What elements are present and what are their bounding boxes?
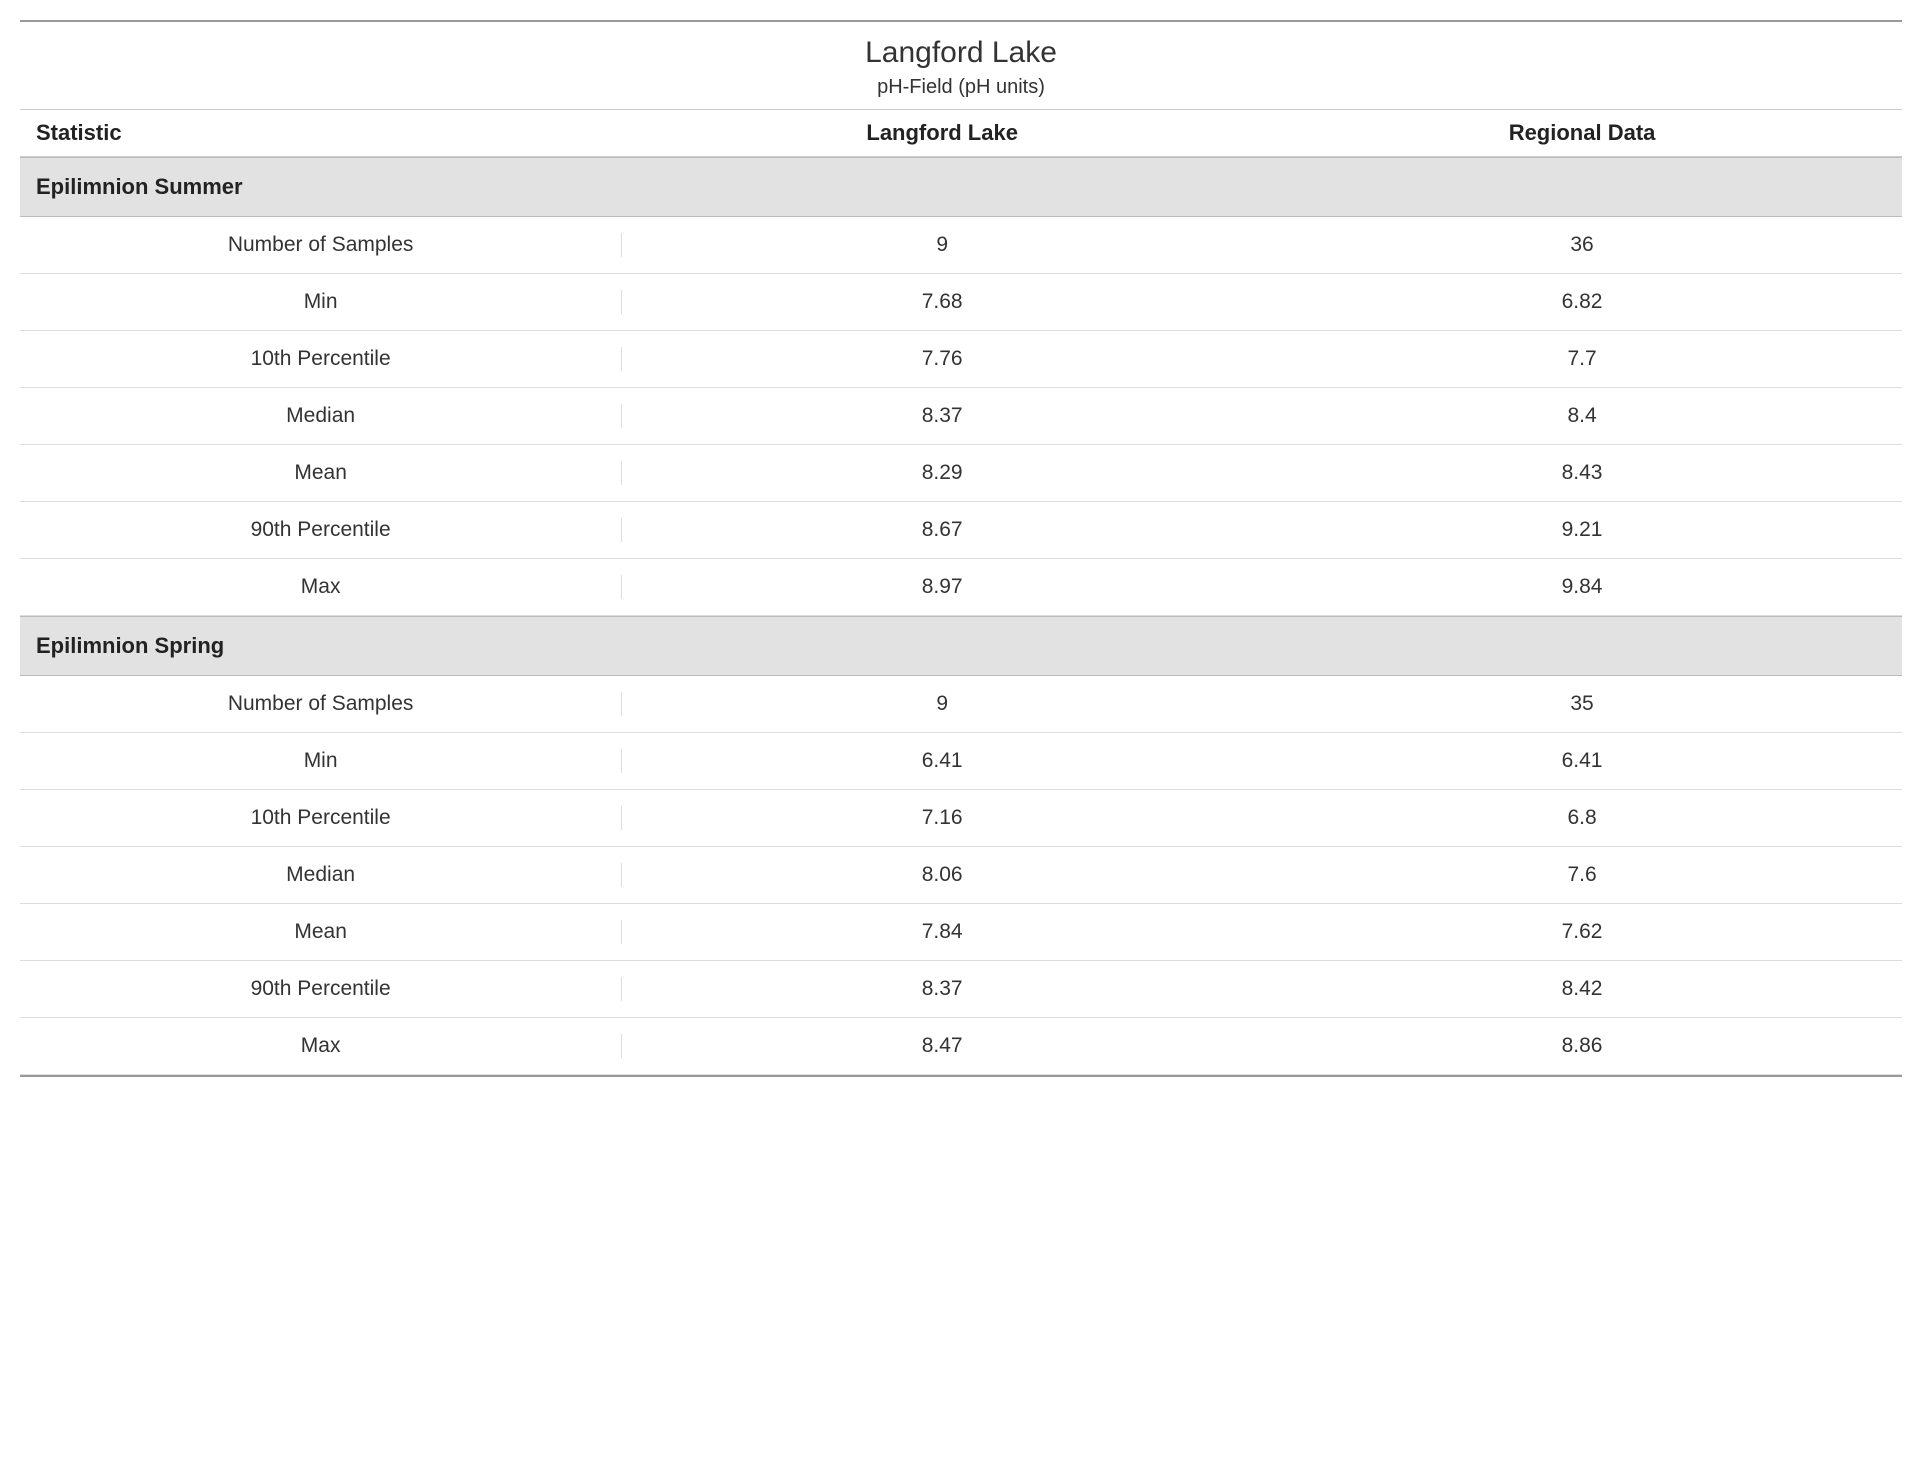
stat-label: Mean <box>20 461 622 485</box>
group-header: Epilimnion Summer <box>20 157 1902 217</box>
table-row: Number of Samples 9 35 <box>20 676 1902 733</box>
table-subtitle: pH-Field (pH units) <box>20 76 1902 99</box>
table-row: 90th Percentile 8.37 8.42 <box>20 961 1902 1018</box>
stat-value-regional: 6.8 <box>1262 806 1902 830</box>
column-header-statistic: Statistic <box>20 120 622 146</box>
stat-value-lake: 6.41 <box>622 749 1262 773</box>
stat-label: 90th Percentile <box>20 977 622 1001</box>
table-row: Mean 8.29 8.43 <box>20 445 1902 502</box>
stat-value-regional: 9.84 <box>1262 575 1902 599</box>
stat-value-lake: 8.97 <box>622 575 1262 599</box>
stat-label: 10th Percentile <box>20 806 622 830</box>
table-row: Median 8.06 7.6 <box>20 847 1902 904</box>
stat-value-lake: 8.06 <box>622 863 1262 887</box>
stat-label: Min <box>20 749 622 773</box>
stat-label: 10th Percentile <box>20 347 622 371</box>
stat-value-regional: 36 <box>1262 233 1902 257</box>
stat-value-lake: 8.67 <box>622 518 1262 542</box>
stat-label: Median <box>20 404 622 428</box>
table-row: Number of Samples 9 36 <box>20 217 1902 274</box>
stat-value-lake: 7.76 <box>622 347 1262 371</box>
group-epilimnion-spring: Epilimnion Spring Number of Samples 9 35… <box>20 616 1902 1075</box>
stat-value-regional: 6.41 <box>1262 749 1902 773</box>
stat-label: Mean <box>20 920 622 944</box>
stats-table: Langford Lake pH-Field (pH units) Statis… <box>20 20 1902 1077</box>
stats-table-container: Langford Lake pH-Field (pH units) Statis… <box>20 20 1902 1077</box>
group-epilimnion-summer: Epilimnion Summer Number of Samples 9 36… <box>20 157 1902 616</box>
stat-label: Median <box>20 863 622 887</box>
stat-value-regional: 8.4 <box>1262 404 1902 428</box>
stat-value-lake: 7.16 <box>622 806 1262 830</box>
column-header-langford-lake: Langford Lake <box>622 120 1262 146</box>
stat-label: Number of Samples <box>20 233 622 257</box>
table-row: Max 8.47 8.86 <box>20 1018 1902 1075</box>
stat-value-lake: 8.37 <box>622 977 1262 1001</box>
table-title: Langford Lake <box>20 36 1902 70</box>
table-row: Median 8.37 8.4 <box>20 388 1902 445</box>
table-row: Min 7.68 6.82 <box>20 274 1902 331</box>
stat-value-regional: 7.7 <box>1262 347 1902 371</box>
stat-label: Min <box>20 290 622 314</box>
stat-value-lake: 9 <box>622 233 1262 257</box>
stat-label: 90th Percentile <box>20 518 622 542</box>
stat-label: Max <box>20 575 622 599</box>
table-row: Max 8.97 9.84 <box>20 559 1902 616</box>
column-header-row: Statistic Langford Lake Regional Data <box>20 109 1902 157</box>
stat-value-regional: 9.21 <box>1262 518 1902 542</box>
stat-value-regional: 8.42 <box>1262 977 1902 1001</box>
stat-value-regional: 8.43 <box>1262 461 1902 485</box>
stat-value-regional: 6.82 <box>1262 290 1902 314</box>
stat-value-regional: 7.62 <box>1262 920 1902 944</box>
group-header: Epilimnion Spring <box>20 616 1902 676</box>
column-header-regional-data: Regional Data <box>1262 120 1902 146</box>
stat-value-lake: 9 <box>622 692 1262 716</box>
stat-value-regional: 8.86 <box>1262 1034 1902 1058</box>
stat-value-lake: 8.47 <box>622 1034 1262 1058</box>
stat-value-lake: 7.84 <box>622 920 1262 944</box>
stat-label: Max <box>20 1034 622 1058</box>
table-row: Min 6.41 6.41 <box>20 733 1902 790</box>
table-title-block: Langford Lake pH-Field (pH units) <box>20 22 1902 109</box>
stat-label: Number of Samples <box>20 692 622 716</box>
stat-value-regional: 35 <box>1262 692 1902 716</box>
table-row: Mean 7.84 7.62 <box>20 904 1902 961</box>
stat-value-lake: 7.68 <box>622 290 1262 314</box>
stat-value-regional: 7.6 <box>1262 863 1902 887</box>
table-row: 10th Percentile 7.76 7.7 <box>20 331 1902 388</box>
table-row: 90th Percentile 8.67 9.21 <box>20 502 1902 559</box>
table-row: 10th Percentile 7.16 6.8 <box>20 790 1902 847</box>
stat-value-lake: 8.37 <box>622 404 1262 428</box>
stat-value-lake: 8.29 <box>622 461 1262 485</box>
